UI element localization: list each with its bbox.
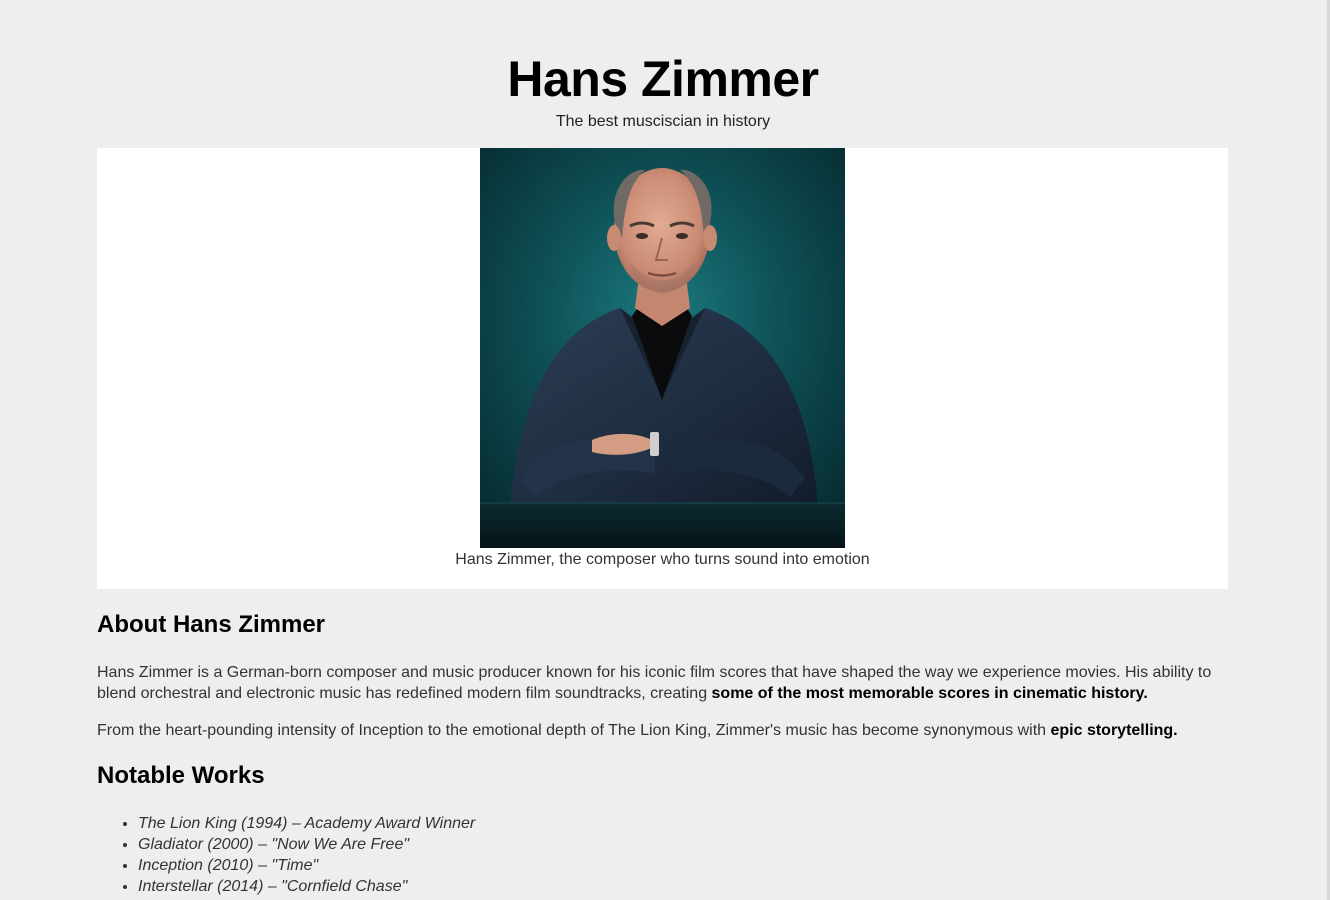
list-item: Gladiator (2000) – "Now We Are Free" xyxy=(138,834,475,855)
tribute-page: Hans Zimmer The best musciscian in histo… xyxy=(0,0,1330,900)
page-title: Hans Zimmer xyxy=(507,51,819,107)
page-tagline: The best musciscian in history xyxy=(555,113,771,130)
list-item: The Lion King (1994) – Academy Award Win… xyxy=(138,813,475,834)
image-panel: Hans Zimmer, the composer who turns soun… xyxy=(97,148,1228,589)
list-item: Interstellar (2014) – "Cornfield Chase" xyxy=(138,876,475,897)
image-caption: Hans Zimmer, the composer who turns soun… xyxy=(455,551,870,568)
notable-works-list: The Lion King (1994) – Academy Award Win… xyxy=(97,813,475,897)
notable-works-heading: Notable Works xyxy=(97,762,265,789)
portrait-image xyxy=(480,148,845,548)
about-paragraph-2: From the heart-pounding intensity of Inc… xyxy=(97,720,1237,741)
about-heading: About Hans Zimmer xyxy=(97,611,326,638)
about-paragraph-1: Hans Zimmer is a German-born composer an… xyxy=(97,662,1237,704)
about-paragraph-1-emphasis: some of the most memorable scores in cin… xyxy=(711,685,1148,702)
about-paragraph-2-text: From the heart-pounding intensity of Inc… xyxy=(97,722,1051,739)
about-paragraph-2-emphasis: epic storytelling. xyxy=(1050,722,1178,739)
list-item: Inception (2010) – "Time" xyxy=(138,855,475,876)
